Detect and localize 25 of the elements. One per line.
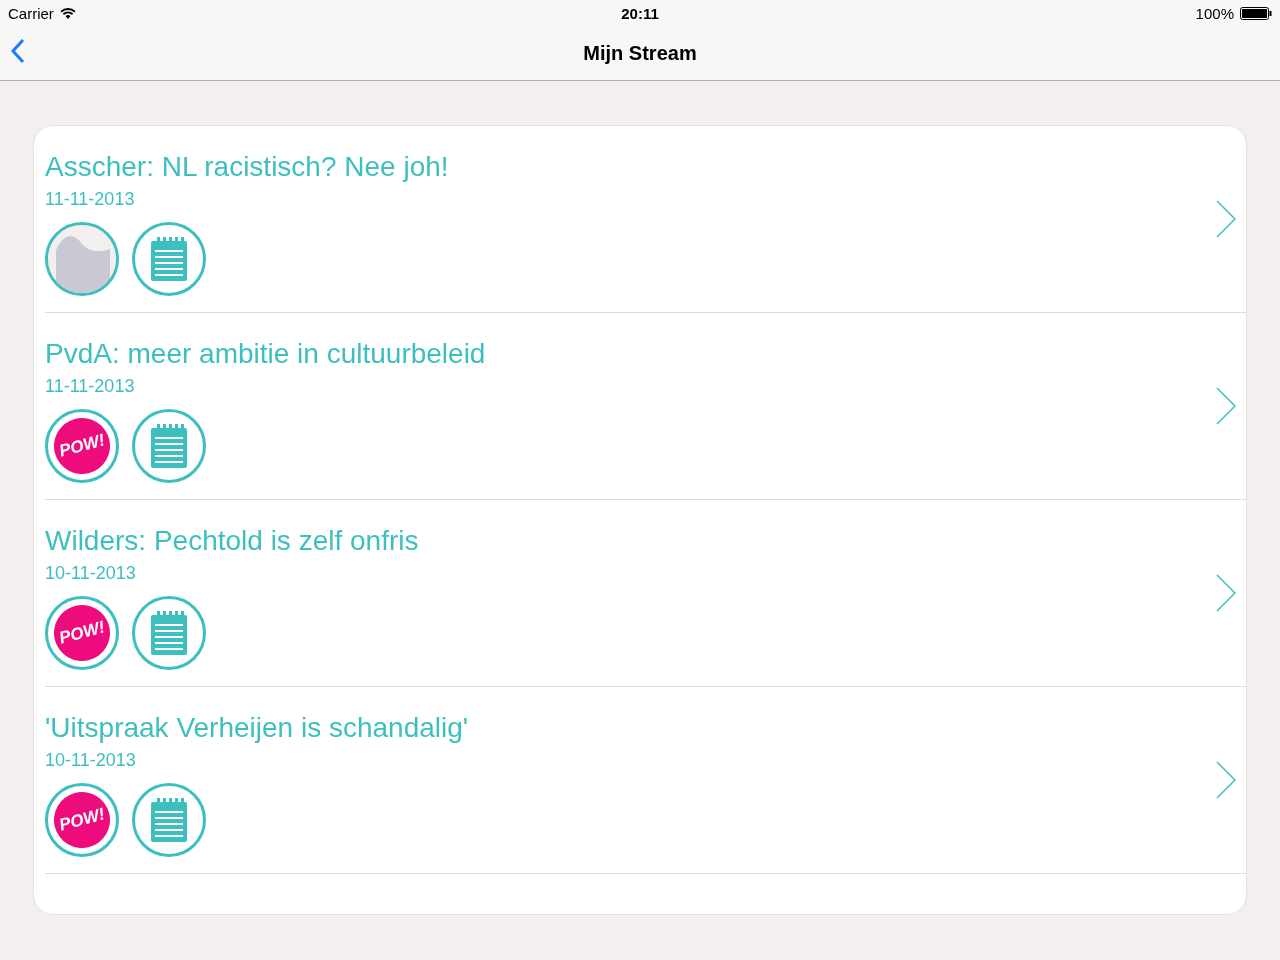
item-date: 10-11-2013 [45,562,136,584]
stream-item[interactable]: Wilders: Pechtold is zelf onfris 10-11-2013 POW! [45,500,1246,687]
item-title: PvdA: meer ambitie in cultuurbeleid [45,337,486,370]
page-title: Mijn Stream [583,41,697,65]
battery-percentage: 100% [1195,4,1234,22]
stream-item[interactable]: PvdA: meer ambitie in cultuurbeleid 11-11-2013 POW! [45,313,1246,500]
item-date: 11-11-2013 [45,375,135,397]
battery-icon [1240,6,1272,20]
chevron-right-icon [1216,574,1236,612]
stream-item[interactable]: Asscher: NL racistisch? Nee joh! 11-11-2013 [45,126,1246,313]
pow-logo[interactable]: POW! [45,595,119,670]
chevron-right-icon [1216,761,1236,799]
wifi-icon [59,7,76,19]
stream-item[interactable]: 'Uitspraak Verheijen is schandalig' 10-11-2013 POW! [45,687,1246,874]
item-date: 10-11-2013 [45,749,136,771]
pow-logo[interactable]: POW! [45,408,119,483]
clock-time: 20:11 [621,4,659,22]
carrier-label: Carrier [8,4,54,22]
chevron-right-icon [1216,387,1236,425]
chevron-right-icon [1216,200,1236,238]
item-title: 'Uitspraak Verheijen is schandalig' [45,711,469,744]
pow-logo[interactable]: POW! [45,782,119,857]
item-title: Asscher: NL racistisch? Nee joh! [45,150,449,183]
item-date: 11-11-2013 [45,188,135,210]
item-title: Wilders: Pechtold is zelf onfris [45,524,419,557]
